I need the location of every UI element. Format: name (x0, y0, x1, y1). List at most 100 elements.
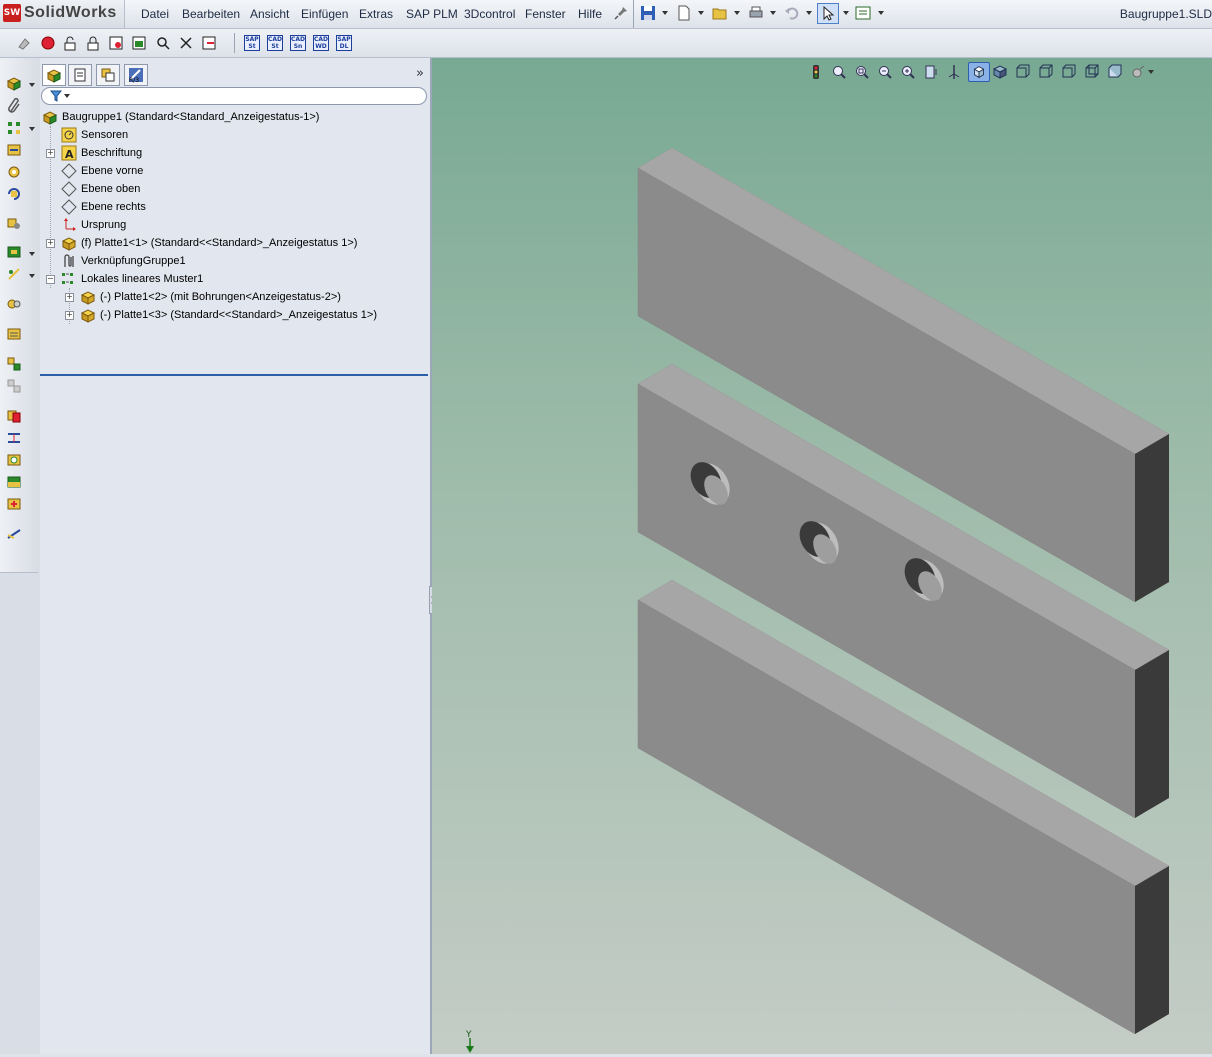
open-dropdown-chevron-icon[interactable] (734, 11, 740, 15)
new-motion-study-icon[interactable] (6, 296, 22, 312)
tab-configuration-manager[interactable] (96, 64, 120, 86)
assembly-3d-model[interactable] (432, 58, 1212, 1054)
bill-of-materials-icon[interactable] (6, 326, 22, 342)
tree-item-label: Ursprung (81, 219, 127, 231)
expand-platte1-2-button[interactable]: + (65, 293, 74, 302)
save-icon[interactable] (640, 5, 656, 21)
menu-3dcontrol[interactable]: 3Dcontrol (464, 7, 515, 21)
menu-divider (633, 0, 634, 28)
document-remove-icon[interactable] (201, 35, 217, 51)
explode-line-sketch-icon[interactable] (6, 378, 22, 394)
menu-sap-plm[interactable]: SAP PLM (406, 7, 458, 21)
tree-root-label: Baugruppe1 (Standard<Standard_Anzeigesta… (62, 111, 320, 123)
menu-extras[interactable]: Extras (359, 7, 393, 21)
triad-y-label: Y (466, 1030, 472, 1040)
filter-chevron-down-icon[interactable] (64, 94, 70, 98)
open-folder-icon[interactable] (712, 5, 728, 21)
graphics-area[interactable]: Y (432, 58, 1212, 1054)
tab-property-manager[interactable] (68, 64, 92, 86)
sensor-icon (61, 127, 77, 143)
hole-alignment-icon[interactable] (6, 452, 22, 468)
pin-icon[interactable] (613, 5, 629, 21)
menu-bearbeiten[interactable]: Bearbeiten (182, 7, 240, 21)
sap-dl-line2: DL (339, 43, 349, 50)
rollback-bar[interactable] (40, 374, 428, 376)
tree-item-label: Beschriftung (81, 147, 143, 159)
menu-hilfe[interactable]: Hilfe (578, 7, 602, 21)
bom-icon[interactable] (131, 35, 147, 51)
tree-item-label: Ebene vorne (81, 165, 144, 177)
performance-evaluation-icon[interactable] (6, 496, 22, 512)
disconnect-icon[interactable] (178, 35, 194, 51)
cad-st-line1: CAD (268, 36, 283, 43)
assembly-features-icon[interactable] (6, 244, 22, 260)
new-dropdown-chevron-icon[interactable] (698, 11, 704, 15)
tree-item-label: (f) Platte1<1> (Standard<<Standard>_Anze… (81, 237, 358, 249)
tree-item-label: Ebene rechts (81, 201, 146, 213)
insert-component-icon[interactable] (6, 75, 22, 91)
reference-geometry-icon[interactable] (6, 266, 22, 282)
exploded-view-icon[interactable] (6, 356, 22, 372)
save-dropdown-chevron-icon[interactable] (662, 11, 668, 15)
rail-icon-strip (0, 58, 38, 573)
collapse-linear-pattern-button[interactable]: − (46, 275, 55, 284)
menu-fenster[interactable]: Fenster (525, 7, 566, 21)
menu-ansicht[interactable]: Ansicht (250, 7, 289, 21)
undo-icon[interactable] (784, 5, 800, 21)
lock-icon[interactable] (85, 35, 101, 51)
cad-st-line2: St (271, 43, 279, 50)
pattern-chevron-icon[interactable] (29, 127, 35, 131)
print-icon[interactable] (748, 5, 764, 21)
menu-datei[interactable]: Datei (141, 7, 169, 21)
sap-st-line2: St (248, 43, 256, 50)
move-component-icon[interactable] (6, 164, 22, 180)
tab-feature-manager[interactable] (42, 64, 66, 86)
solidworks-logo[interactable]: SW SolidWorks (0, 0, 125, 28)
unlock-icon[interactable] (62, 35, 78, 51)
sap-connect-icon[interactable] (16, 35, 32, 51)
sap-dl-button[interactable]: SAP DL (336, 35, 352, 51)
annotation-icon: A (61, 145, 77, 161)
tree-item-label: Lokales lineares Muster1 (81, 273, 204, 285)
linear-pattern-icon[interactable] (6, 120, 22, 136)
select-dropdown-chevron-icon[interactable] (843, 11, 849, 15)
expand-beschriftung-button[interactable]: + (46, 149, 55, 158)
print-dropdown-chevron-icon[interactable] (770, 11, 776, 15)
assembly-visualization-icon[interactable] (6, 474, 22, 490)
sap-update-icon[interactable] (40, 35, 56, 51)
filter-funnel-icon (50, 90, 62, 102)
tree-filter-input[interactable] (41, 87, 427, 105)
instant3d-icon[interactable] (6, 526, 22, 542)
expand-platte1-1-button[interactable]: + (46, 239, 55, 248)
plane-icon (61, 199, 77, 215)
search-document-icon[interactable] (155, 35, 171, 51)
mate-group-icon (64, 254, 74, 267)
tab-dim-expert[interactable]: R/3 (124, 64, 148, 86)
reference-geometry-chevron-icon[interactable] (29, 274, 35, 278)
insert-component-chevron-icon[interactable] (29, 83, 35, 87)
reference-triad: Y (462, 1030, 478, 1057)
cad-st-button[interactable]: CAD St (267, 35, 283, 51)
show-hidden-components-icon[interactable] (6, 215, 22, 231)
sap-st-button[interactable]: SAP St (244, 35, 260, 51)
smart-fasteners-icon[interactable] (6, 142, 22, 158)
linear-pattern-icon (62, 273, 73, 284)
rotate-component-icon[interactable] (6, 186, 22, 202)
document-status-icon[interactable] (108, 35, 124, 51)
clearance-verification-icon[interactable] (6, 430, 22, 446)
cad-wd-button[interactable]: CAD WD (313, 35, 329, 51)
plate3-side-face (1135, 866, 1169, 1034)
undo-dropdown-chevron-icon[interactable] (806, 11, 812, 15)
cad-sn-button[interactable]: CAD Sn (290, 35, 306, 51)
assembly-features-chevron-icon[interactable] (29, 252, 35, 256)
options-dropdown-chevron-icon[interactable] (878, 11, 884, 15)
mate-paperclip-icon[interactable] (6, 97, 22, 113)
new-document-icon[interactable] (676, 5, 692, 21)
interference-detection-icon[interactable] (6, 408, 22, 424)
tree-item-label: Sensoren (81, 129, 129, 141)
options-list-icon[interactable] (855, 5, 871, 21)
menu-einfuegen[interactable]: Einfügen (301, 7, 348, 21)
select-tool-button[interactable] (817, 3, 839, 24)
expand-panel-button[interactable]: » (416, 66, 424, 81)
expand-platte1-3-button[interactable]: + (65, 311, 74, 320)
